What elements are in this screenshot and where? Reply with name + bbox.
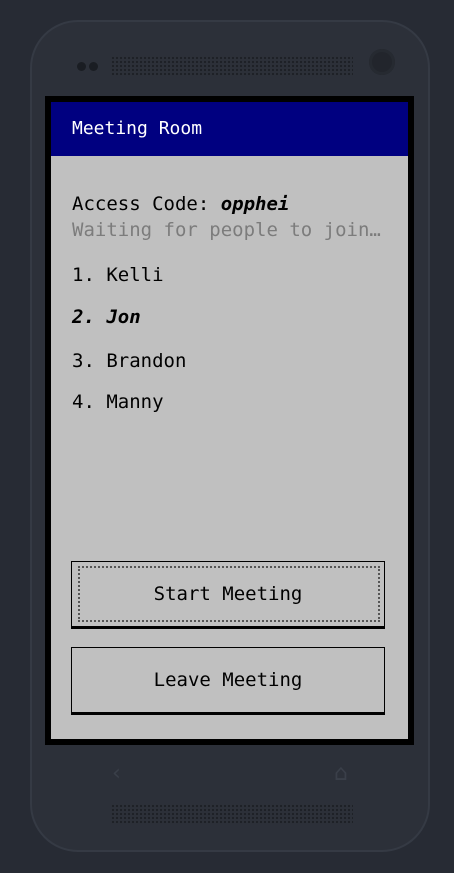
waiting-status: Waiting for people to join…	[72, 219, 381, 241]
access-code-row: Access Code: opphei	[72, 193, 289, 215]
participant-item: 1. Kelli	[72, 264, 164, 286]
device-screen: Meeting Room Access Code: opphei Waiting…	[45, 96, 414, 745]
speaker-grille	[111, 804, 353, 824]
participant-item-current-user: 2. Jon	[72, 306, 141, 328]
leave-meeting-button[interactable]: Leave Meeting	[71, 647, 385, 715]
earpiece-grille	[111, 56, 353, 76]
access-code-value: opphei	[220, 193, 290, 215]
title-bar: Meeting Room	[51, 102, 408, 156]
home-icon[interactable]: ⌂	[334, 763, 348, 785]
meeting-room-app: Meeting Room Access Code: opphei Waiting…	[51, 102, 408, 739]
start-meeting-button[interactable]: Start Meeting	[71, 561, 385, 629]
participant-item: 3. Brandon	[72, 350, 187, 372]
front-camera	[369, 49, 395, 75]
app-title: Meeting Room	[72, 118, 203, 139]
access-code-label: Access Code:	[72, 193, 210, 215]
participant-item: 4. Manny	[72, 391, 164, 413]
back-icon[interactable]: ‹	[112, 763, 121, 785]
sensor-dots	[77, 62, 98, 71]
